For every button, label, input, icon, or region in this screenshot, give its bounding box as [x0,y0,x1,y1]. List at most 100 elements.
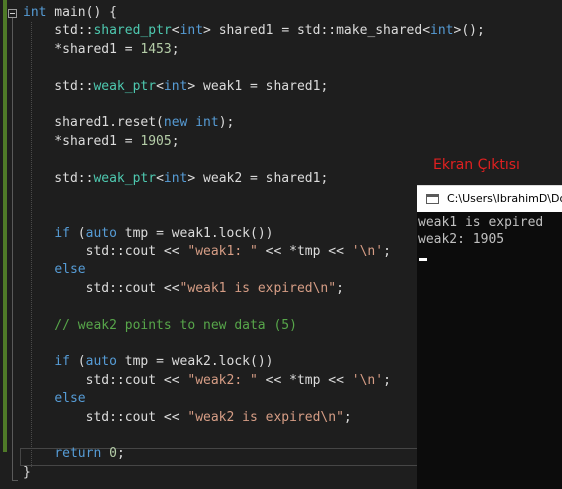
code-token: std::cout << [23,244,188,260]
console-window[interactable]: C:\Users\IbrahimD\Do weak1 is expired we… [417,185,562,489]
code-token: else [54,391,86,407]
code-token: < [156,78,164,94]
code-token: std:: [23,23,94,39]
code-token: auto [85,225,117,241]
code-line: return 0; [23,445,485,463]
code-token: weak_ptr [93,170,157,186]
code-token: << *tmp << [257,244,352,260]
code-token: std::cout << [23,409,188,425]
code-token: ; [116,446,125,462]
code-token: new [163,115,188,131]
code-token: std::cout << [23,280,180,296]
code-token: 1905 [140,133,172,149]
code-token: auto [85,354,117,370]
console-output: weak1 is expired weak2: 1905 [418,214,543,248]
collapse-minus-icon[interactable] [8,9,17,18]
code-line: *shared1 = 1905; [23,133,485,151]
code-token: std::cout << [23,372,188,388]
console-output-line: weak1 is expired [418,215,544,230]
code-token: return [54,446,102,462]
code-line: if (auto tmp = weak2.lock()) [23,353,485,371]
code-token: std:: [23,78,94,94]
code-token: ; [383,372,391,388]
code-line: // weak2 points to new data (5) [23,317,485,335]
code-token: shared_ptr [93,23,172,39]
code-token: ; [171,133,180,149]
fold-end-mark [12,480,18,481]
code-token: shared1.reset( [23,115,164,131]
code-token: *shared1 = [23,41,141,57]
code-token: "weak1 is expired\n" [179,280,337,296]
code-token: std:: [23,170,94,186]
code-token: *shared1 = [23,133,141,149]
code-token: int [195,115,219,131]
code-token: > weak1 = shared1; [187,78,329,94]
code-token: "weak1: " [187,244,258,260]
output-caption: Ekran Çıktısı [433,157,520,173]
change-indicator-bar [3,0,7,452]
code-token: int [23,5,47,20]
code-token: if [54,354,70,370]
code-token: ; [336,280,344,296]
screenshot-root: int main() { std::shared_ptr<int> shared… [0,0,562,489]
code-line: int main() { [23,4,485,22]
code-line: std::cout << "weak1: " << *tmp << '\n'; [23,243,485,261]
code-line: else [23,390,485,408]
code-token: int [430,23,454,39]
code-line: } [23,464,485,482]
console-titlebar[interactable]: C:\Users\IbrahimD\Do [417,185,562,212]
code-token: int [163,170,188,186]
code-token: << *tmp << [257,372,352,388]
code-token: "weak2 is expired\n" [187,409,344,425]
fold-line [12,18,13,480]
code-token: else [54,262,86,278]
code-line: std::weak_ptr<int> weak2 = shared1; [23,170,485,188]
code-line: shared1.reset(new int); [23,114,485,132]
code-token: ( [69,225,86,241]
code-token: > weak2 = shared1; [187,170,329,186]
code-token: tmp = weak1.lock()) [116,225,274,241]
code-line: std::cout <<"weak1 is expired\n"; [23,280,485,298]
code-line: std::shared_ptr< int> shared1 = std::make… [23,22,485,40]
code-token: >(); [453,23,485,39]
code-token: weak_ptr [93,78,157,94]
code-token: if [54,225,70,241]
code-editor[interactable]: int main() { std::shared_ptr<int> shared… [23,4,485,482]
code-token: '\n' [351,244,384,260]
code-token: ( [69,354,86,370]
code-token: ; [343,409,352,425]
console-cursor [419,258,427,261]
code-token: < [171,23,180,39]
code-token: > shared1 = std::make_shared< [203,23,431,39]
code-token: int [163,78,188,94]
console-title: C:\Users\IbrahimD\Do [447,192,562,205]
code-token: main() { [46,5,117,20]
code-token: 0 [109,446,117,462]
code-line: *shared1 = 1453; [23,41,485,59]
console-window-icon [426,194,439,204]
code-token: "weak2: " [187,372,258,388]
code-token: ; [171,41,180,57]
code-line: std::cout << "weak2: " << *tmp << '\n'; [23,372,485,390]
code-token: // weak2 points to new data (5) [23,317,297,333]
code-line: std::weak_ptr<int> weak1 = shared1; [23,78,485,96]
code-line: std::cout << "weak2 is expired\n"; [23,409,485,427]
code-token: ; [383,244,391,260]
code-line: if (auto tmp = weak1.lock()) [23,225,485,243]
code-token: < [156,170,164,186]
code-line: else [23,261,485,279]
code-token: } [23,464,31,480]
